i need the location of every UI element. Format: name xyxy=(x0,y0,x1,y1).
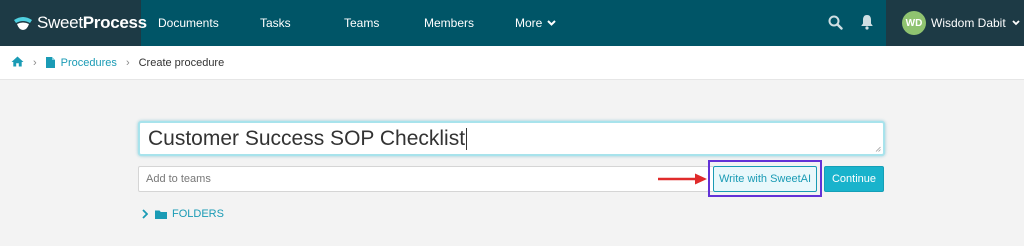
chevron-right-icon xyxy=(142,209,148,219)
breadcrumb-separator-icon: › xyxy=(33,56,37,69)
procedure-title-value: Customer Success SOP Checklist xyxy=(148,127,466,150)
avatar: WD xyxy=(902,11,926,35)
resize-grip-icon[interactable] xyxy=(875,146,881,152)
user-menu[interactable]: WD Wisdom Dabit xyxy=(886,0,1024,46)
chevron-down-icon xyxy=(1012,20,1020,26)
nav-documents[interactable]: Documents xyxy=(158,0,219,46)
home-icon[interactable] xyxy=(11,56,24,70)
folders-label: FOLDERS xyxy=(172,208,224,220)
add-to-teams-input[interactable]: Add to teams xyxy=(138,166,709,192)
annotation-arrow-icon xyxy=(658,173,707,185)
nav-tasks[interactable]: Tasks xyxy=(260,0,291,46)
user-name: Wisdom Dabit xyxy=(931,16,1006,30)
search-icon[interactable] xyxy=(828,15,843,35)
nav-more[interactable]: More xyxy=(515,0,557,46)
folders-toggle[interactable]: FOLDERS xyxy=(142,208,224,220)
breadcrumb-link-label: Procedures xyxy=(60,56,117,69)
breadcrumb-separator-icon: › xyxy=(125,56,130,69)
nav-teams[interactable]: Teams xyxy=(344,0,379,46)
write-with-sweetai-button[interactable]: Write with SweetAI xyxy=(713,166,817,192)
logo-mark-icon xyxy=(12,15,34,31)
breadcrumb-current: Create procedure xyxy=(138,56,225,69)
bell-icon[interactable] xyxy=(860,14,874,35)
text-caret xyxy=(466,128,468,151)
folder-icon xyxy=(155,210,167,219)
nav-members[interactable]: Members xyxy=(424,0,474,46)
chevron-down-icon xyxy=(547,20,557,26)
breadcrumb-link-procedures[interactable]: Procedures xyxy=(45,56,117,69)
continue-button[interactable]: Continue xyxy=(824,166,884,192)
document-icon xyxy=(45,57,55,68)
procedure-title-input[interactable]: Customer Success SOP Checklist xyxy=(138,121,885,156)
logo[interactable]: SweetProcess xyxy=(0,0,147,46)
top-navbar: SweetProcess Documents Tasks Teams Membe… xyxy=(0,0,1024,46)
breadcrumb: › Procedures › Create procedure xyxy=(0,46,1024,80)
logo-text: SweetProcess xyxy=(37,13,147,32)
add-to-teams-placeholder: Add to teams xyxy=(146,173,211,185)
nav-more-label: More xyxy=(515,16,543,30)
